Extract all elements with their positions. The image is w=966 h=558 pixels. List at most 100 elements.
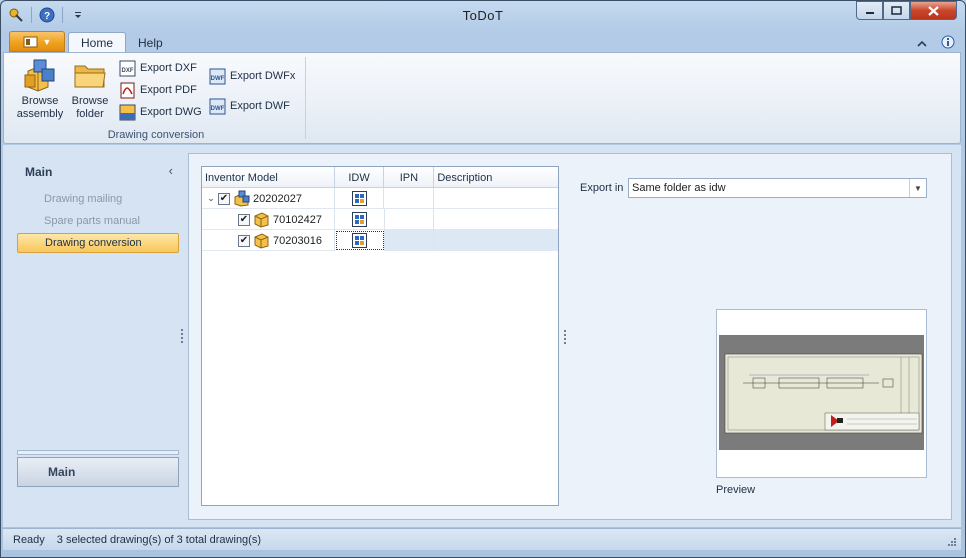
client-area: Main ‹ Drawing mailing Spare parts manua… bbox=[3, 145, 961, 527]
status-state: Ready bbox=[13, 533, 45, 546]
row-checkbox[interactable]: ✔ bbox=[238, 213, 250, 226]
export-pdf-label: Export PDF bbox=[140, 84, 197, 96]
maximize-button[interactable] bbox=[883, 1, 910, 20]
main-content: Inventor Model IDW IPN Description ⌄ ✔ 2… bbox=[188, 153, 952, 520]
export-dwfx-button[interactable]: DWF Export DWFx bbox=[209, 67, 295, 85]
info-icon[interactable] bbox=[941, 35, 955, 52]
dwfx-icon: DWF bbox=[209, 68, 226, 84]
ribbon-group-separator bbox=[305, 57, 306, 139]
browse-folder-button[interactable]: Browse folder bbox=[66, 57, 114, 121]
row-checkbox[interactable]: ✔ bbox=[218, 192, 230, 205]
collapse-ribbon-icon[interactable] bbox=[917, 37, 927, 51]
application-menu-button[interactable]: ▼ bbox=[9, 31, 65, 52]
tree-cell-model: ✔ 70203016 bbox=[202, 230, 335, 251]
ribbon-tab-row: ▼ Home Help bbox=[1, 30, 965, 53]
title-bar: ? ToDoT bbox=[1, 1, 965, 31]
row-checkbox[interactable]: ✔ bbox=[238, 234, 250, 247]
assembly-icon bbox=[234, 190, 250, 207]
nav-item-drawing-mailing[interactable]: Drawing mailing bbox=[17, 189, 179, 209]
column-header-description[interactable]: Description bbox=[434, 167, 558, 188]
export-pdf-button[interactable]: Export PDF bbox=[119, 81, 197, 99]
ribbon-panel: Browse assembly Browse folder DXF Export… bbox=[3, 52, 961, 144]
tree-cell-description bbox=[434, 230, 558, 251]
splitter-grip-icon[interactable] bbox=[564, 330, 567, 344]
ribbon-group-label: Drawing conversion bbox=[107, 129, 205, 141]
export-dwfx-label: Export DWFx bbox=[230, 70, 296, 82]
model-tree-list[interactable]: Inventor Model IDW IPN Description ⌄ ✔ 2… bbox=[201, 166, 559, 506]
column-header-ipn[interactable]: IPN bbox=[384, 167, 435, 188]
preview-label: Preview bbox=[716, 484, 756, 496]
dxf-icon: DXF bbox=[119, 60, 136, 76]
dwg-icon bbox=[119, 104, 136, 120]
tree-cell-idw bbox=[335, 188, 385, 209]
navigation-pane: Main ‹ Drawing mailing Spare parts manua… bbox=[11, 151, 185, 521]
pdf-icon bbox=[120, 82, 135, 98]
tree-cell-description bbox=[434, 209, 558, 230]
export-dwg-label: Export DWG bbox=[140, 106, 202, 118]
tab-help[interactable]: Help bbox=[126, 32, 175, 53]
tree-cell-model: ⌄ ✔ 20202027 bbox=[202, 188, 335, 209]
collapse-pane-icon[interactable]: ‹ bbox=[169, 163, 173, 178]
assembly-icon bbox=[24, 59, 55, 92]
dwf-icon: DWF bbox=[209, 98, 226, 114]
window-title: ToDoT bbox=[462, 8, 504, 23]
browse-folder-label-2: folder bbox=[76, 108, 104, 120]
chevron-down-icon[interactable]: ▼ bbox=[909, 179, 926, 197]
svg-text:DWF: DWF bbox=[211, 76, 225, 82]
tree-header-row: Inventor Model IDW IPN Description bbox=[202, 167, 558, 188]
idw-drawing-icon[interactable] bbox=[351, 212, 367, 227]
tree-cell-model: ✔ 70102427 bbox=[202, 209, 335, 230]
part-icon bbox=[254, 212, 269, 228]
export-location-value: Same folder as idw bbox=[632, 182, 726, 194]
tree-cell-ipn bbox=[385, 209, 435, 230]
app-window: ? ToDoT ▼ Home Help Browse assembly Brow… bbox=[0, 0, 966, 558]
app-menu-icon bbox=[23, 36, 38, 47]
browse-assembly-button[interactable]: Browse assembly bbox=[16, 57, 64, 121]
export-dxf-button[interactable]: DXF Export DXF bbox=[119, 59, 197, 77]
svg-text:DXF: DXF bbox=[122, 68, 134, 74]
export-dwg-button[interactable]: Export DWG bbox=[119, 103, 202, 121]
export-in-label: Export in bbox=[580, 182, 624, 194]
tab-home[interactable]: Home bbox=[68, 32, 127, 53]
browse-folder-label-1: Browse bbox=[71, 95, 109, 107]
tree-cell-ipn bbox=[384, 188, 435, 209]
column-header-inventor-model[interactable]: Inventor Model bbox=[202, 167, 335, 188]
status-message: 3 selected drawing(s) of 3 total drawing… bbox=[56, 533, 262, 546]
folder-icon bbox=[74, 65, 106, 88]
close-button[interactable] bbox=[910, 1, 957, 20]
idw-drawing-icon[interactable] bbox=[351, 233, 367, 248]
drawing-preview bbox=[716, 309, 927, 478]
drawing-thumbnail bbox=[719, 335, 924, 450]
export-location-select[interactable]: Same folder as idw ▼ bbox=[628, 178, 927, 198]
model-number: 70102427 bbox=[273, 213, 322, 226]
browse-assembly-label-1: Browse bbox=[21, 95, 59, 107]
tree-cell-ipn bbox=[384, 230, 435, 251]
splitter-grip-icon[interactable] bbox=[181, 329, 184, 343]
export-dwf-button[interactable]: DWF Export DWF bbox=[209, 97, 290, 115]
nav-header: Main bbox=[25, 165, 53, 179]
model-number: 20202027 bbox=[253, 192, 302, 205]
tree-cell-idw bbox=[334, 230, 385, 251]
ribbon-right-controls bbox=[917, 35, 955, 52]
svg-text:DWF: DWF bbox=[211, 106, 225, 112]
column-header-idw[interactable]: IDW bbox=[335, 167, 385, 188]
expand-collapse-icon[interactable]: ⌄ bbox=[204, 193, 218, 204]
status-bar: Ready 3 selected drawing(s) of 3 total d… bbox=[3, 528, 961, 550]
nav-splitter[interactable] bbox=[17, 450, 179, 455]
minimize-button[interactable] bbox=[856, 1, 883, 20]
model-number: 70203016 bbox=[273, 234, 322, 247]
resize-grip-icon[interactable] bbox=[947, 537, 957, 547]
tree-row[interactable]: ✔ 70203016 bbox=[202, 230, 558, 251]
tree-row[interactable]: ⌄ ✔ 20202027 bbox=[202, 188, 558, 209]
part-icon bbox=[254, 233, 269, 249]
window-controls bbox=[856, 1, 957, 20]
browse-assembly-label-2: assembly bbox=[16, 108, 64, 120]
tree-row[interactable]: ✔ 70102427 bbox=[202, 209, 558, 230]
tree-cell-idw bbox=[335, 209, 385, 230]
nav-item-drawing-conversion[interactable]: Drawing conversion bbox=[17, 233, 179, 253]
tree-cell-description bbox=[434, 188, 558, 209]
nav-main-button[interactable]: Main bbox=[17, 457, 179, 487]
nav-item-spare-parts-manual[interactable]: Spare parts manual bbox=[17, 211, 179, 231]
chevron-down-icon: ▼ bbox=[42, 36, 52, 47]
idw-drawing-icon[interactable] bbox=[351, 191, 367, 206]
